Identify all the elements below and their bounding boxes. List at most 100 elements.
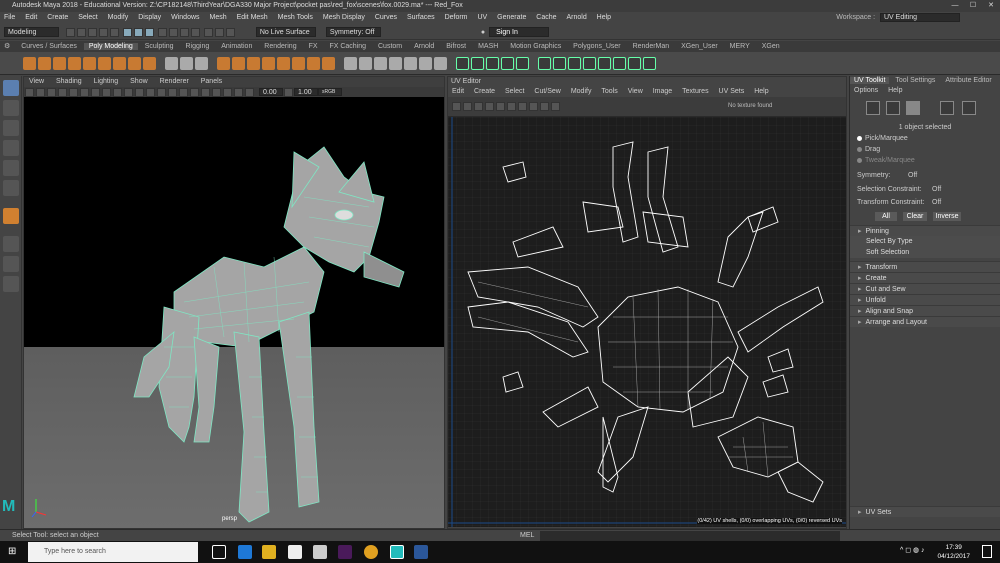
menu-uv[interactable]: UV	[473, 14, 491, 21]
lasso-tool-icon[interactable]	[3, 100, 19, 116]
uv-distortion-icon[interactable]	[496, 102, 505, 111]
color-space-dropdown[interactable]: sRGB g	[318, 88, 342, 102]
uv-menu-create[interactable]: Create	[470, 88, 499, 95]
menu-generate[interactable]: Generate	[493, 14, 530, 21]
menu-mesh-display[interactable]: Mesh Display	[319, 14, 369, 21]
inverse-selection-button[interactable]: Inverse	[933, 212, 961, 221]
undo-icon[interactable]	[99, 27, 108, 37]
file-explorer-icon[interactable]	[262, 545, 276, 559]
section-arrange-and-layout[interactable]: ▸ Arrange and Layout	[850, 316, 1000, 327]
edge-browser-icon[interactable]	[238, 545, 252, 559]
shelf-tab-custom[interactable]: Custom	[373, 43, 407, 50]
uv-grid-icon[interactable]	[597, 57, 611, 70]
uv-texture-borders-icon[interactable]	[507, 102, 516, 111]
platonic-solid-icon[interactable]	[128, 57, 141, 70]
uv-filter-icon[interactable]	[529, 102, 538, 111]
radio-pick-marquee[interactable]: Pick/Marquee	[850, 133, 1000, 144]
viewport-menu-view[interactable]: View	[24, 78, 49, 85]
gamma-icon[interactable]	[284, 87, 293, 97]
section-create[interactable]: ▸ Create	[850, 272, 1000, 283]
remesh-icon[interactable]	[261, 57, 275, 70]
snap-curve-icon[interactable]	[168, 27, 178, 37]
uv-menu-select[interactable]: Select	[501, 88, 528, 95]
minimize-button[interactable]: —	[946, 0, 964, 12]
mirror-icon[interactable]	[231, 57, 245, 70]
viewport-menu-shading[interactable]: Shading	[51, 78, 87, 85]
radio-tweak-marquee[interactable]: Tweak/Marquee	[850, 155, 1000, 166]
shelf-tab-xgen[interactable]: XGen	[757, 43, 785, 50]
poly-cube-icon[interactable]	[38, 57, 51, 70]
side-by-side-layout-icon[interactable]	[3, 276, 19, 292]
select-object-icon[interactable]	[133, 27, 143, 37]
menu-file[interactable]: File	[0, 14, 19, 21]
uv-unfold-icon[interactable]	[567, 57, 581, 70]
poly-svg-icon[interactable]	[143, 57, 156, 70]
poly-cone-icon[interactable]	[68, 57, 81, 70]
shelf-tab-polygons-user[interactable]: Polygons_User	[568, 43, 625, 50]
single-perspective-layout-icon[interactable]	[3, 236, 19, 252]
mode-dropdown[interactable]: Modeling	[4, 27, 59, 37]
shelf-tab-rendering[interactable]: Rendering	[259, 43, 301, 50]
notifications-icon[interactable]	[982, 545, 992, 558]
shelf-tab-fx-caching[interactable]: FX Caching	[324, 43, 371, 50]
uv-menu-textures[interactable]: Textures	[678, 88, 712, 95]
wireframe-icon[interactable]	[135, 87, 144, 97]
task-view-icon[interactable]	[212, 545, 226, 559]
menu-create[interactable]: Create	[43, 14, 72, 21]
shelf-tab-sculpting[interactable]: Sculpting	[140, 43, 179, 50]
save-scene-icon[interactable]	[88, 27, 97, 37]
film-gate-icon[interactable]	[80, 87, 89, 97]
snap-point-icon[interactable]	[179, 27, 189, 37]
shelf-tab-motion-graphics[interactable]: Motion Graphics	[505, 43, 566, 50]
lights-icon[interactable]	[179, 87, 188, 97]
radio-drag[interactable]: Drag	[850, 144, 1000, 155]
edge-mode-icon[interactable]	[886, 101, 900, 115]
gate-mask-icon[interactable]	[102, 87, 111, 97]
quad-draw-icon[interactable]	[388, 57, 402, 70]
select-tool-icon[interactable]	[3, 80, 19, 96]
uv-menu-image[interactable]: Image	[649, 88, 676, 95]
viewport-menu-lighting[interactable]: Lighting	[89, 78, 124, 85]
shelf-tab-mery[interactable]: MERY	[725, 43, 755, 50]
textured-icon[interactable]	[168, 87, 177, 97]
close-button[interactable]: ✕	[982, 0, 1000, 12]
menu-arnold[interactable]: Arnold	[562, 14, 590, 21]
live-surface-field[interactable]: No Live Surface	[255, 27, 316, 37]
section-unfold[interactable]: ▸ Unfold	[850, 294, 1000, 305]
shelf-tab-bifrost[interactable]: Bifrost	[441, 43, 471, 50]
multi-cut-icon[interactable]	[343, 57, 357, 70]
camera-attributes-icon[interactable]	[36, 87, 45, 97]
smooth-icon[interactable]	[194, 57, 208, 70]
uv-cylindrical-icon[interactable]	[485, 57, 499, 70]
taskbar-search-input[interactable]: Type here to search	[28, 542, 198, 562]
append-poly-icon[interactable]	[433, 57, 447, 70]
section-align-and-snap[interactable]: ▸ Align and Snap	[850, 305, 1000, 316]
uv-camera-icon[interactable]	[515, 57, 529, 70]
menu-mesh[interactable]: Mesh	[205, 14, 230, 21]
clear-selection-button[interactable]: Clear	[903, 212, 927, 221]
section-cut-and-sew[interactable]: ▸ Cut and Sew	[850, 283, 1000, 294]
mail-icon[interactable]	[313, 545, 327, 559]
uv-spherical-icon[interactable]	[500, 57, 514, 70]
ipr-icon[interactable]	[214, 27, 224, 37]
section-uv-sets[interactable]: ▸ UV Sets	[850, 506, 1000, 517]
uv-shaded-icon[interactable]	[485, 102, 494, 111]
uv-menu-modify[interactable]: Modify	[567, 88, 596, 95]
resolution-gate-icon[interactable]	[91, 87, 100, 97]
menu-edit[interactable]: Edit	[21, 14, 41, 21]
menu-cache[interactable]: Cache	[532, 14, 560, 21]
extrude-icon[interactable]	[291, 57, 305, 70]
paint-select-icon[interactable]	[3, 120, 19, 136]
chrome-icon[interactable]	[364, 545, 378, 559]
uv-sew-icon[interactable]	[552, 57, 566, 70]
uv-mode-icon[interactable]	[940, 101, 954, 115]
menu-modify[interactable]: Modify	[104, 14, 133, 21]
field-chart-icon[interactable]	[113, 87, 122, 97]
move-tool-icon[interactable]	[3, 140, 19, 156]
shelf-gear-icon[interactable]: ⚙	[0, 43, 14, 50]
shelf-tab-animation[interactable]: Animation	[216, 43, 257, 50]
open-scene-icon[interactable]	[77, 27, 86, 37]
viewport-menu-show[interactable]: Show	[125, 78, 153, 85]
system-tray-icons[interactable]: ^ ◻ ◍ ♪	[900, 546, 925, 554]
connect-icon[interactable]	[373, 57, 387, 70]
